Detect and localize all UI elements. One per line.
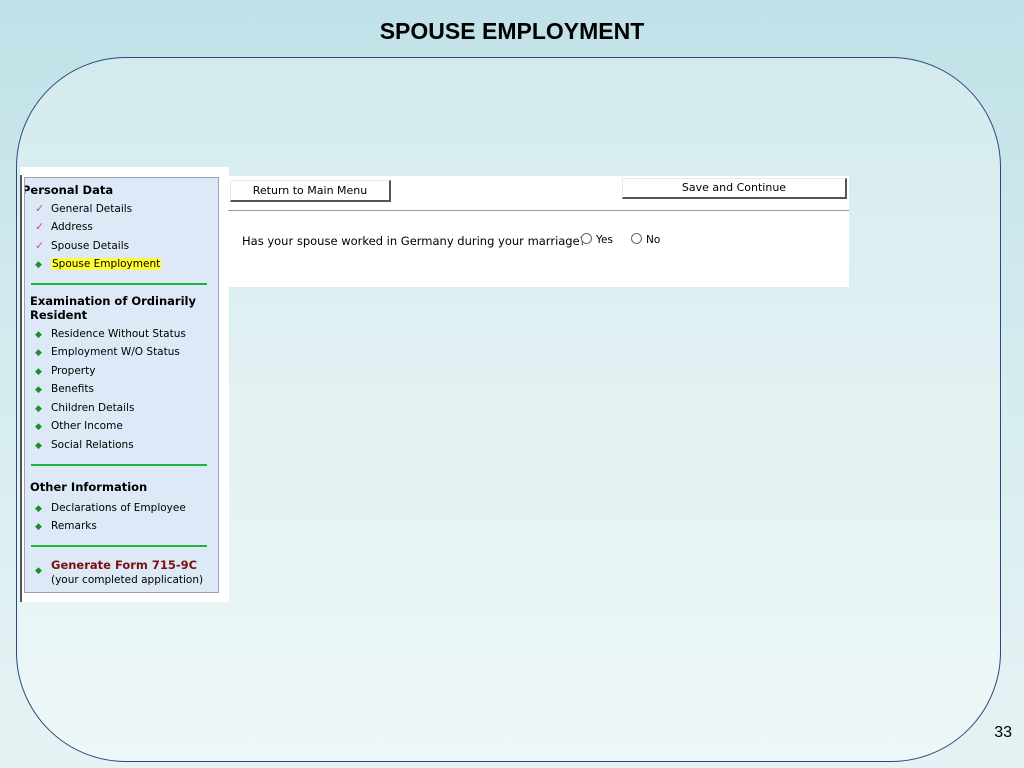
toolbar-separator [228,210,849,211]
nav-item-spouse-employment[interactable]: ◆ Spouse Employment [35,257,162,271]
nav-item-declarations-of-employee[interactable]: ◆ Declarations of Employee [35,501,186,515]
nav-item-other-income[interactable]: ◆ Other Income [35,419,123,433]
nav-item-remarks[interactable]: ◆ Remarks [35,519,97,533]
diamond-icon: ◆ [35,504,42,514]
nav-item-property[interactable]: ◆ Property [35,364,95,378]
page-number: 33 [994,724,1012,741]
radio-button-icon[interactable] [581,233,592,244]
diamond-icon: ◆ [35,422,42,432]
check-icon: ✓ [35,239,45,252]
nav-item-general-details[interactable]: ✓ General Details [35,202,132,216]
nav-item-address[interactable]: ✓ Address [35,220,93,234]
diamond-icon: ◆ [35,385,42,395]
slide-title: SPOUSE EMPLOYMENT [379,18,645,44]
generate-form-title: Generate Form 715-9C [51,558,198,572]
nav-item-residence-without-status[interactable]: ◆ Residence Without Status [35,327,186,341]
diamond-icon: ◆ [35,522,42,532]
radio-no[interactable]: No [631,233,660,246]
diamond-icon: ◆ [35,404,42,414]
section-divider [31,464,207,466]
check-icon: ✓ [35,220,45,233]
section-heading-personal-data: Personal Data [24,183,114,197]
generate-form-link[interactable]: ◆ Generate Form 715-9C (your completed a… [35,558,203,587]
section-heading-examination: Examination of Ordinarily Resident [30,294,196,322]
radio-yes[interactable]: Yes [581,233,613,246]
question-label: Has your spouse worked in Germany during… [242,234,586,248]
diamond-icon: ◆ [35,260,42,270]
radio-button-icon[interactable] [631,233,642,244]
nav-item-spouse-details[interactable]: ✓ Spouse Details [35,239,129,253]
form-panel: Return to Main Menu Save and Continue Ha… [228,176,849,287]
section-divider [31,545,207,547]
diamond-icon: ◆ [35,441,42,451]
nav-item-employment-wo-status[interactable]: ◆ Employment W/O Status [35,345,180,359]
check-icon: ✓ [35,202,45,215]
diamond-icon: ◆ [35,330,42,340]
diamond-icon: ◆ [35,367,42,377]
save-and-continue-button[interactable]: Save and Continue [622,178,847,199]
section-divider [31,283,207,285]
diamond-icon: ◆ [35,348,42,358]
sidebar-edge [20,175,22,602]
nav-item-social-relations[interactable]: ◆ Social Relations [35,438,134,452]
sidebar-panel: Personal Data ✓ General Details ✓ Address … [20,167,229,602]
sidebar-nav: Personal Data ✓ General Details ✓ Address … [24,177,219,593]
return-to-main-menu-button[interactable]: Return to Main Menu [230,180,391,202]
nav-item-benefits[interactable]: ◆ Benefits [35,382,94,396]
generate-form-subtitle: (your completed application) [51,574,204,586]
section-heading-other-information: Other Information [30,480,148,494]
nav-item-children-details[interactable]: ◆ Children Details [35,401,134,415]
diamond-icon: ◆ [35,566,42,576]
